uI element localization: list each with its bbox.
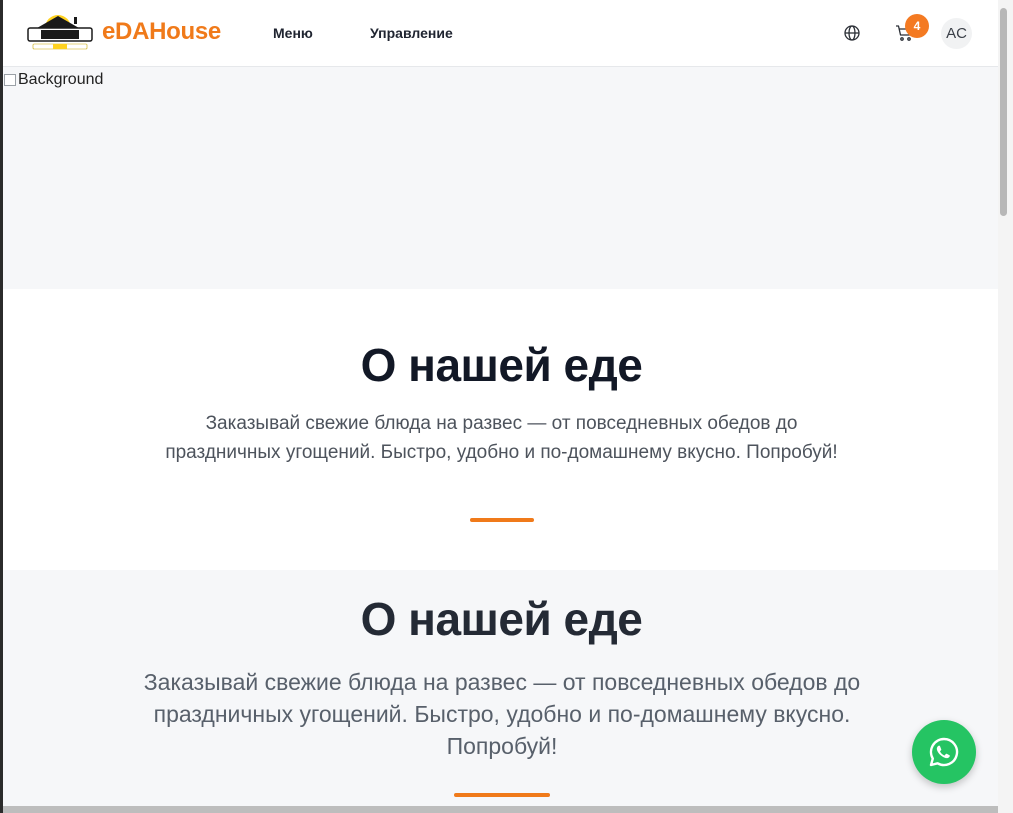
cart-count-badge: 4 [905, 14, 929, 38]
about-repeat-text: Заказывай свежие блюда на развес — от по… [143, 669, 861, 759]
about-title: О нашей еде [360, 339, 643, 391]
logo-icon[interactable] [27, 14, 93, 52]
about-repeat-title: О нашей еде [360, 593, 643, 645]
brand-name[interactable]: eDAHouse [102, 18, 221, 46]
hero-broken-image: Background [4, 71, 103, 89]
about-text: Заказывай свежие блюда на развес — от по… [165, 413, 838, 463]
page: Background О нашей еде Заказывай свежие … [0, 0, 1013, 813]
about-accent-line [470, 518, 534, 522]
nav-management-link[interactable]: Управление [370, 25, 453, 41]
globe-icon[interactable] [843, 24, 861, 42]
hero-background [3, 67, 998, 289]
whatsapp-icon [929, 737, 959, 767]
about-repeat-accent-line [454, 793, 550, 797]
user-avatar[interactable]: AC [941, 18, 972, 49]
horizontal-scrollbar[interactable] [3, 806, 998, 813]
nav-menu-link[interactable]: Меню [273, 25, 313, 41]
whatsapp-button[interactable] [912, 720, 976, 784]
broken-image-icon [4, 74, 16, 86]
window-edge [0, 0, 3, 813]
scrollbar-thumb[interactable] [1000, 8, 1007, 216]
hero-image-alt: Background [18, 71, 104, 88]
